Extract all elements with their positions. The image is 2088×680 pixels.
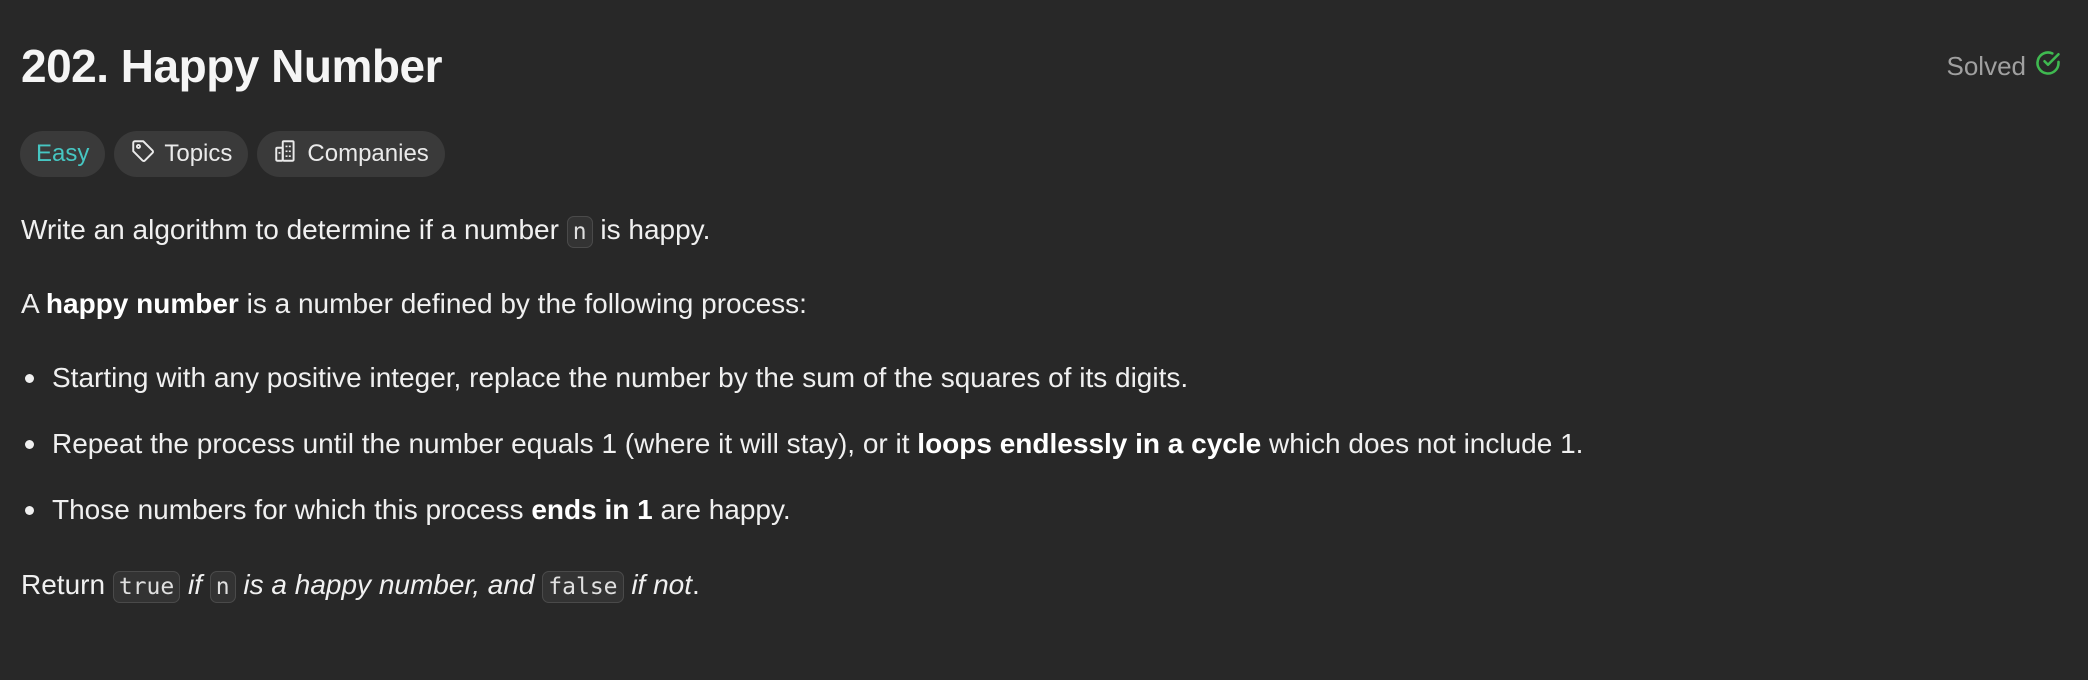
check-circle-icon <box>2034 49 2062 84</box>
problem-header: 202. Happy Number Solved <box>21 36 2062 96</box>
definition-text-end: is a number defined by the following pro… <box>238 288 807 319</box>
inline-code-false: false <box>542 571 624 603</box>
list-item-text: Those numbers for which this process <box>52 494 532 525</box>
solved-status: Solved <box>1947 49 2063 84</box>
process-list: Starting with any positive integer, repl… <box>21 358 1583 556</box>
companies-button[interactable]: Companies <box>257 131 445 177</box>
happy-number-term: happy number <box>45 288 239 319</box>
companies-label: Companies <box>307 140 429 167</box>
topics-label: Topics <box>164 140 233 167</box>
tag-row: Easy Topics Companies <box>20 131 445 177</box>
definition-paragraph: A happy number is a number defined by th… <box>21 284 807 324</box>
difficulty-badge: Easy <box>20 131 106 177</box>
list-item-bold: ends in 1 <box>531 494 653 525</box>
return-text-italic: if not <box>623 569 693 600</box>
list-item-text: Repeat the process until the number equa… <box>52 428 918 459</box>
list-item-text-end: are happy. <box>652 494 791 525</box>
return-text: Return <box>21 569 113 600</box>
return-text-italic: is a happy number, and <box>235 569 543 600</box>
list-item-text: Starting with any positive integer, repl… <box>52 362 1189 393</box>
tag-icon <box>130 138 156 171</box>
list-item-bold: loops endlessly in a cycle <box>917 428 1262 459</box>
list-item: Starting with any positive integer, repl… <box>21 358 1583 398</box>
bullet-dot <box>25 374 34 383</box>
definition-text: A <box>21 288 46 319</box>
inline-code-n: n <box>209 571 236 603</box>
return-paragraph: Return true if n is a happy number, and … <box>21 565 700 607</box>
list-item: Repeat the process until the number equa… <box>21 424 1583 464</box>
intro-text-end: is happy. <box>592 214 711 245</box>
intro-paragraph: Write an algorithm to determine if a num… <box>21 210 710 252</box>
inline-code-n: n <box>566 216 593 248</box>
list-item: Those numbers for which this process end… <box>21 490 1583 530</box>
intro-text: Write an algorithm to determine if a num… <box>21 214 567 245</box>
bullet-dot <box>25 440 34 449</box>
building-icon <box>273 138 299 171</box>
bullet-dot <box>25 506 34 515</box>
list-item-text-end: which does not include 1. <box>1261 428 1584 459</box>
return-text-end: . <box>692 569 700 600</box>
solved-label: Solved <box>1946 50 2027 81</box>
return-text-italic: if <box>180 569 210 600</box>
problem-description-panel: 202. Happy Number Solved Easy Topics Com… <box>0 0 2088 680</box>
topics-button[interactable]: Topics <box>114 131 249 177</box>
inline-code-true: true <box>112 571 181 603</box>
problem-title[interactable]: 202. Happy Number <box>21 39 442 93</box>
